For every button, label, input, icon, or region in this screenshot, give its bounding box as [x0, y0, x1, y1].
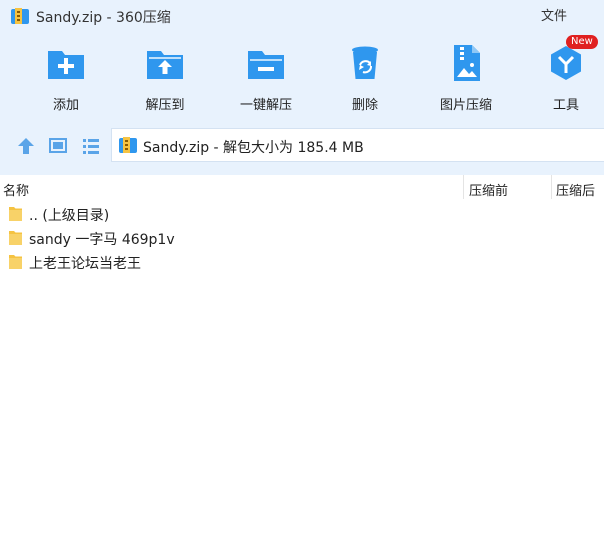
folder-add-icon [48, 51, 84, 79]
list-item[interactable]: 上老王论坛当老王 [0, 250, 604, 274]
tools-label: 工具 [552, 98, 579, 113]
new-badge: New [566, 35, 598, 49]
up-arrow-icon[interactable] [15, 135, 37, 157]
column-divider[interactable] [463, 175, 464, 199]
address-bar[interactable]: Sandy.zip - 解包大小为 185.4 MB [111, 128, 604, 162]
folder-minus-icon [248, 51, 284, 79]
list-item[interactable]: sandy 一字马 469p1v [0, 226, 604, 250]
column-before[interactable]: 压缩前 [469, 180, 508, 199]
extract-to-label: 解压到 [145, 98, 185, 113]
recycle-bin-icon [352, 46, 378, 79]
image-compress-button[interactable]: 图片压缩 [421, 38, 511, 114]
column-name[interactable]: 名称 [3, 180, 29, 199]
address-text: Sandy.zip - 解包大小为 185.4 MB [143, 140, 364, 156]
folder-icon [9, 255, 22, 269]
list-item[interactable]: .. (上级目录) [0, 202, 604, 226]
image-compress-label: 图片压缩 [439, 98, 492, 113]
title-bar: Sandy.zip - 360压缩 文件 [0, 0, 604, 32]
column-header: 名称 压缩前 压缩后 [0, 175, 604, 199]
add-label: 添加 [52, 98, 79, 113]
folder-icon [9, 231, 22, 245]
one-click-extract-label: 一键解压 [239, 98, 292, 113]
delete-label: 删除 [351, 98, 378, 113]
image-file-icon [454, 45, 480, 81]
tools-cube-icon [551, 46, 581, 80]
column-divider[interactable] [551, 175, 552, 199]
window-title: Sandy.zip - 360压缩 [36, 10, 171, 26]
tools-button[interactable]: 工具 [521, 38, 604, 114]
delete-button[interactable]: 删除 [320, 38, 410, 114]
zip-archive-icon [11, 8, 29, 24]
extract-to-button[interactable]: 解压到 [120, 38, 210, 114]
file-name: .. (上级目录) [29, 208, 110, 224]
list-view-icon[interactable] [80, 135, 102, 157]
thumbnail-view-icon[interactable] [47, 135, 69, 157]
folder-upload-icon [147, 51, 183, 79]
zip-archive-icon [119, 137, 137, 153]
file-name: 上老王论坛当老王 [29, 256, 141, 272]
file-name: sandy 一字马 469p1v [29, 232, 175, 248]
folder-icon [9, 207, 22, 221]
add-button[interactable]: 添加 [21, 38, 111, 114]
column-after[interactable]: 压缩后 [556, 180, 595, 199]
menu-file[interactable]: 文件 [541, 5, 567, 24]
one-click-extract-button[interactable]: 一键解压 [221, 38, 311, 114]
toolbar: 添加 解压到 一键解压 删除 图片压缩 工具 New [0, 35, 604, 118]
